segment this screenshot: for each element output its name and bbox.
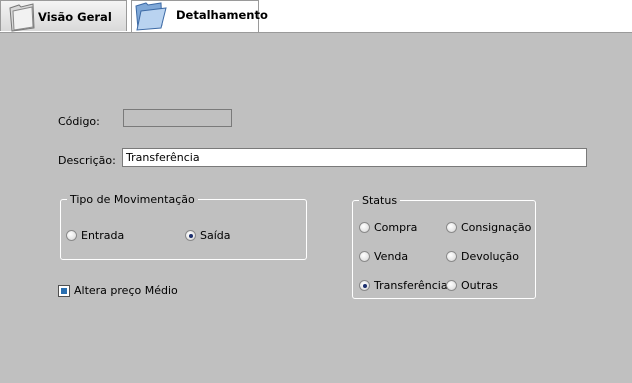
- movement-type-legend: Tipo de Movimentação: [70, 193, 195, 206]
- radio-unchecked-icon: [66, 230, 77, 241]
- radio-compra-label: Compra: [374, 221, 418, 234]
- radio-transferencia-label: Transferência: [374, 279, 448, 292]
- radio-outras-label: Outras: [461, 279, 498, 292]
- radio-saida-label: Saída: [200, 229, 231, 242]
- tab-overview-label: Visão Geral: [38, 10, 112, 24]
- checkbox-checked-icon: [58, 284, 70, 297]
- radio-saida[interactable]: Saída: [185, 229, 231, 242]
- radio-consignacao-label: Consignação: [461, 221, 532, 234]
- radio-transferencia[interactable]: Transferência: [359, 279, 448, 292]
- average-price-checkbox[interactable]: Altera preço Médio: [58, 284, 178, 297]
- radio-entrada-label: Entrada: [81, 229, 125, 242]
- radio-unchecked-icon: [446, 280, 457, 291]
- radio-venda[interactable]: Venda: [359, 250, 408, 263]
- radio-compra[interactable]: Compra: [359, 221, 417, 234]
- tab-overview[interactable]: Visão Geral: [0, 0, 127, 32]
- average-price-label: Altera preço Médio: [74, 284, 178, 297]
- tab-bar: Visão Geral Detalhamento: [0, 0, 632, 34]
- description-label: Descrição:: [58, 154, 116, 167]
- folder-icon: [7, 2, 37, 35]
- radio-unchecked-icon: [446, 222, 457, 233]
- radio-entrada[interactable]: Entrada: [66, 229, 124, 242]
- radio-venda-label: Venda: [374, 250, 409, 263]
- radio-devolucao[interactable]: Devolução: [446, 250, 519, 263]
- radio-devolucao-label: Devolução: [461, 250, 520, 263]
- description-field[interactable]: Transferência: [122, 148, 587, 167]
- code-label: Código:: [58, 115, 100, 128]
- radio-unchecked-icon: [446, 251, 457, 262]
- tab-detail[interactable]: Detalhamento: [131, 0, 268, 34]
- code-field[interactable]: [123, 109, 232, 127]
- detail-panel: Código: Descrição: Transferência Tipo de…: [0, 32, 632, 383]
- radio-unchecked-icon: [359, 251, 370, 262]
- status-group: Status Compra Consignação Venda Devoluçã…: [352, 194, 536, 299]
- radio-unchecked-icon: [359, 222, 370, 233]
- radio-checked-icon: [359, 280, 370, 291]
- radio-outras[interactable]: Outras: [446, 279, 498, 292]
- radio-checked-icon: [185, 230, 196, 241]
- open-folder-icon: [133, 1, 169, 34]
- radio-consignacao[interactable]: Consignação: [446, 221, 531, 234]
- status-legend: Status: [362, 194, 398, 207]
- movement-type-group: Tipo de Movimentação Entrada Saída: [60, 193, 307, 260]
- tab-detail-label: Detalhamento: [176, 8, 268, 22]
